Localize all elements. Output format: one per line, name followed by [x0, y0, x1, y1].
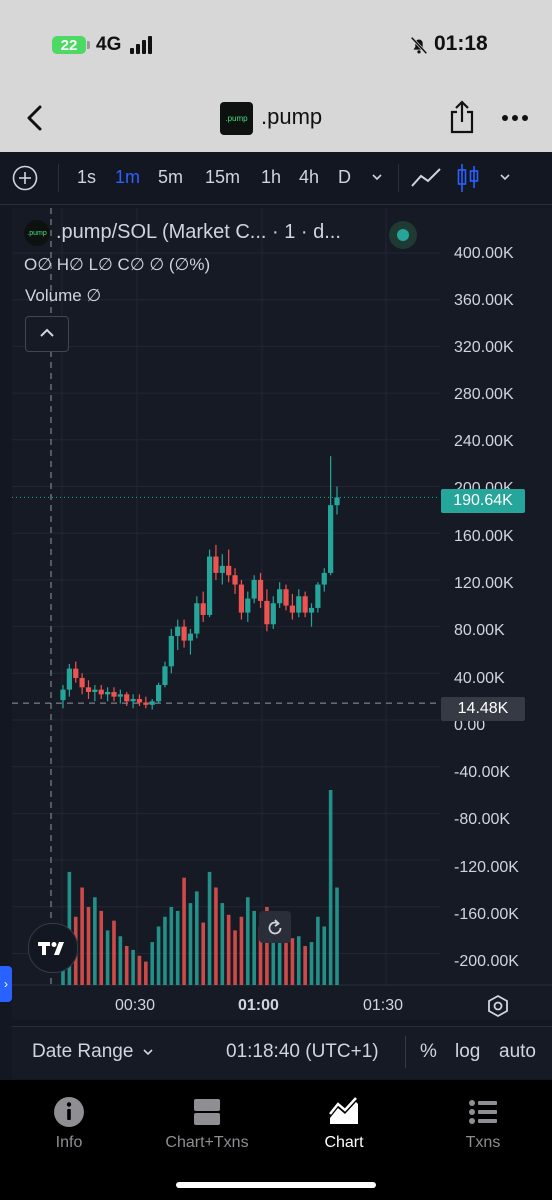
tradingview-icon [38, 942, 64, 955]
chevron-up-icon [40, 328, 54, 337]
date-range-button[interactable]: Date Range [32, 1041, 133, 1063]
status-time: 01:18 [434, 32, 488, 55]
price-axis-label: 160.00K [454, 528, 514, 545]
drawer-handle[interactable]: › [0, 966, 12, 1002]
token-logo-text: .pump [225, 114, 248, 123]
interval-4h[interactable]: 4h [299, 167, 319, 188]
battery-indicator: 22 [52, 36, 86, 54]
chart-panel[interactable] [12, 208, 552, 1020]
crosshair-price-tag: 14.48K [441, 697, 525, 721]
chevron-down-icon[interactable] [370, 170, 384, 184]
tab-label: Chart [324, 1134, 364, 1151]
time-axis-label: 01:30 [363, 997, 404, 1014]
ohlc-values: O∅ H∅ L∅ C∅ ∅ (∅%) [24, 255, 211, 274]
interval-d[interactable]: D [338, 167, 351, 188]
time-axis-label: 00:30 [115, 997, 156, 1014]
chevron-down-icon[interactable] [498, 170, 512, 184]
share-button[interactable] [448, 100, 476, 134]
toolbar-divider [58, 164, 59, 192]
tab-chart[interactable]: Chart [284, 1094, 404, 1164]
last-price-tag: 190.64K [441, 489, 525, 513]
home-indicator [176, 1182, 376, 1188]
price-axis-label: 360.00K [454, 292, 514, 309]
price-axis-label: -80.00K [454, 811, 511, 828]
info-icon [54, 1097, 84, 1127]
time-axis-label: 01:00 [238, 997, 279, 1014]
tab-txns[interactable]: Txns [423, 1094, 543, 1164]
price-axis-label: 80.00K [454, 622, 505, 639]
reset-chart-button[interactable] [259, 911, 291, 943]
price-axis-label: -120.00K [454, 859, 519, 876]
interval-1m[interactable]: 1m [115, 167, 140, 188]
network-type: 4G [96, 34, 122, 55]
price-axis-label: -40.00K [454, 764, 511, 781]
pair-title[interactable]: .pump/SOL (Market C... · 1 · d... [56, 221, 341, 244]
back-button[interactable] [22, 104, 48, 132]
collapse-legend-button[interactable] [25, 316, 69, 352]
tab-chart-txns[interactable]: Chart+Txns [147, 1094, 267, 1164]
percent-scale-toggle[interactable]: % [420, 1041, 437, 1063]
tradingview-logo[interactable] [28, 923, 78, 973]
more-options-button[interactable] [500, 108, 530, 128]
log-scale-toggle[interactable]: log [455, 1041, 480, 1063]
signal-icon [130, 36, 156, 54]
price-axis-label: 120.00K [454, 575, 514, 592]
price-axis-label: 40.00K [454, 670, 505, 687]
list-icon [469, 1100, 497, 1124]
add-indicator-icon[interactable] [12, 165, 38, 191]
candles-icon[interactable] [456, 162, 480, 194]
line-chart-icon[interactable] [410, 166, 442, 190]
price-axis-label: 240.00K [454, 433, 514, 450]
interval-15m[interactable]: 15m [205, 167, 240, 188]
price-axis-label: 320.00K [454, 339, 514, 356]
page-title: .pump [261, 104, 323, 129]
tab-label: Chart+Txns [165, 1134, 249, 1151]
chevron-down-icon[interactable] [141, 1045, 155, 1059]
split-view-icon [194, 1099, 220, 1125]
tab-info[interactable]: Info [9, 1094, 129, 1164]
toolbar-divider [398, 164, 399, 192]
battery-level: 22 [60, 36, 78, 54]
interval-1s[interactable]: 1s [77, 167, 96, 188]
tab-label: Txns [465, 1134, 501, 1151]
price-axis-label: -160.00K [454, 906, 519, 923]
tab-label: Info [55, 1134, 83, 1151]
bell-off-icon [410, 36, 428, 55]
timezone-clock[interactable]: 01:18:40 (UTC+1) [226, 1041, 379, 1063]
token-logo: .pump [220, 102, 253, 135]
market-status-dot [389, 221, 417, 249]
pair-logo-text: .pump [27, 229, 47, 237]
chart-icon [329, 1097, 358, 1124]
toolbar-divider [405, 1036, 406, 1068]
interval-5m[interactable]: 5m [158, 167, 183, 188]
settings-icon[interactable] [486, 994, 510, 1018]
price-axis-label: 400.00K [454, 245, 514, 262]
battery-tip [87, 41, 90, 49]
refresh-icon [268, 919, 282, 935]
price-axis-label: -200.00K [454, 953, 519, 970]
volume-legend[interactable]: Volume ∅ [25, 286, 101, 306]
auto-scale-toggle[interactable]: auto [499, 1041, 536, 1063]
pair-logo: .pump [24, 220, 50, 246]
interval-1h[interactable]: 1h [261, 167, 281, 188]
price-axis-label: 280.00K [454, 386, 514, 403]
